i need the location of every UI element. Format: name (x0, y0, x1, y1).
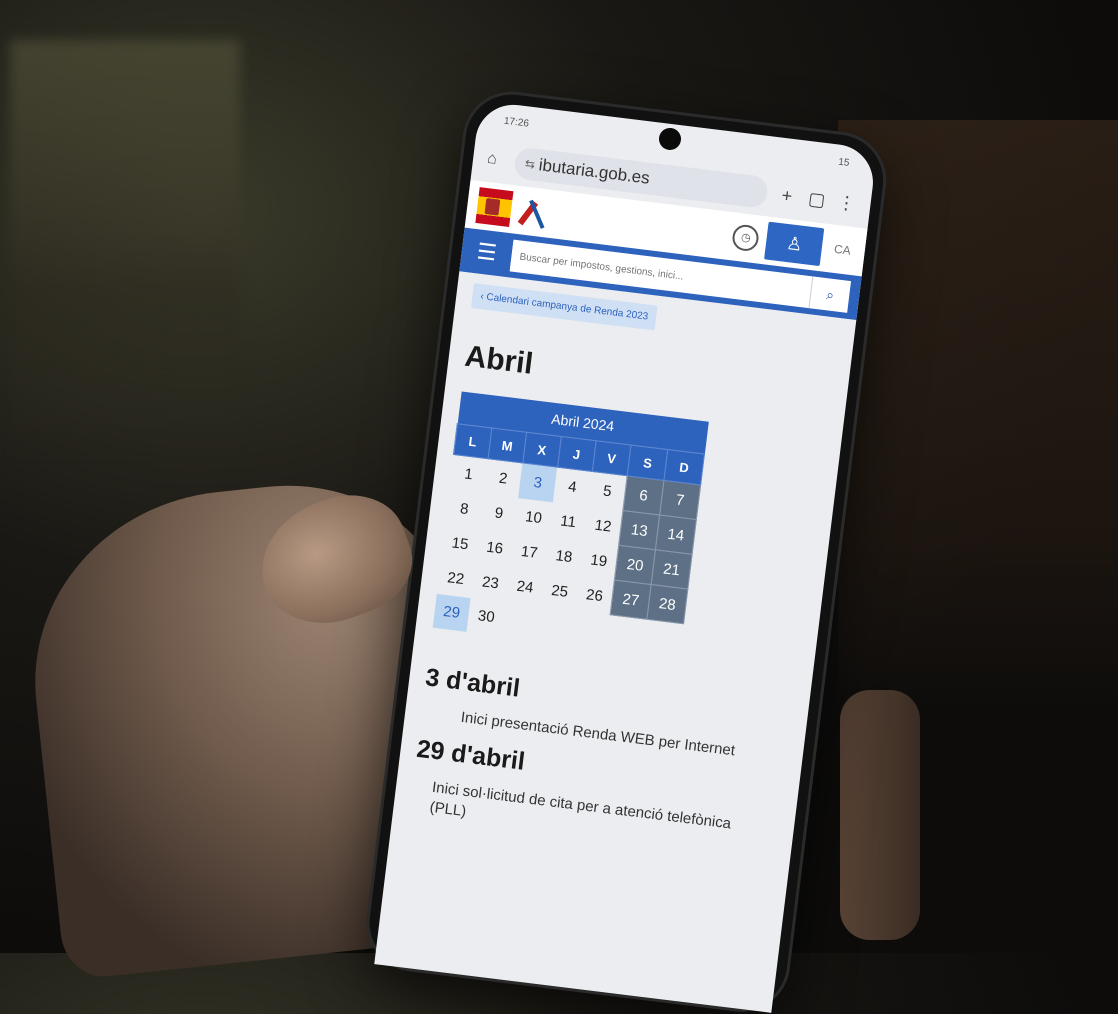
battery-level: 15 (837, 156, 851, 169)
calendar-day: 26 (585, 585, 604, 605)
calendar-day: 13 (618, 510, 660, 550)
calendar-day: 6 (623, 475, 665, 516)
calendar-day: 5 (602, 482, 613, 501)
calendar-day: 17 (520, 542, 539, 562)
status-time: 17:26 (503, 115, 530, 130)
user-icon: ♙ (785, 233, 804, 255)
background-blur-left (10, 40, 240, 460)
calendar-day (643, 619, 684, 658)
new-tab-icon[interactable]: + (776, 184, 798, 207)
user-login-button[interactable]: ♙ (764, 221, 825, 267)
calendar-day: 15 (450, 533, 470, 553)
site-settings-icon[interactable]: ⇆ (524, 157, 536, 172)
language-selector[interactable]: CA (829, 241, 855, 258)
calendar-weekday: D (664, 449, 705, 485)
calendar-day: 1 (463, 465, 474, 484)
calendar-day: 20 (614, 545, 656, 585)
main-content: ‹ Calendari campanya de Renda 2023 Abril… (392, 271, 857, 872)
calendar-day: 7 (659, 480, 701, 520)
spain-coat-of-arms-logo[interactable] (475, 187, 514, 228)
calendar-day: 19 (589, 550, 609, 570)
calendar-day[interactable]: 29 (432, 593, 472, 632)
calendar-day: 30 (476, 607, 496, 627)
calendar-weekday: J (557, 436, 596, 472)
calendar: Abril 2024 LMXJVSD 1 2 3 4 5 6 7 8 9 10 11 12 13 14 15… (432, 391, 709, 658)
clock-icon[interactable]: ◷ (731, 223, 761, 253)
calendar-day (501, 602, 540, 640)
background-blur-right (838, 120, 1118, 720)
calendar-weekday: M (488, 427, 527, 463)
calendar-day: 16 (485, 538, 505, 558)
calendar-day: 14 (655, 515, 697, 555)
calendar-weekday: L (453, 423, 492, 459)
calendar-day[interactable]: 3 (518, 462, 558, 502)
calendar-day (536, 606, 575, 644)
home-icon[interactable]: ⌂ (486, 150, 506, 170)
calendar-day: 9 (493, 503, 505, 522)
phone: 17:26 15 ⌂ ⇆ ibutaria.gob.es + ▢ ⋮ ◷ ♙ C… (364, 89, 889, 1014)
calendar-weekday: X (522, 432, 562, 468)
calendar-day: 8 (459, 499, 470, 518)
calendar-day: 25 (550, 581, 570, 601)
calendar-day: 11 (559, 512, 578, 531)
calendar-day: 27 (610, 580, 652, 620)
calendar-day: 18 (554, 546, 574, 566)
calendar-day: 28 (646, 584, 688, 624)
hamburger-menu-icon[interactable]: ☰ (470, 238, 503, 267)
calendar-day: 2 (498, 469, 509, 488)
phone-screen: 17:26 15 ⌂ ⇆ ibutaria.gob.es + ▢ ⋮ ◷ ♙ C… (374, 100, 878, 1013)
calendar-day: 24 (515, 577, 535, 597)
calendar-day: 10 (524, 507, 543, 527)
calendar-weekday: V (591, 440, 632, 476)
calendar-day: 12 (593, 516, 613, 536)
calendar-day (571, 610, 611, 649)
agencia-tributaria-logo[interactable] (517, 195, 558, 229)
more-options-icon[interactable]: ⋮ (835, 191, 857, 214)
url-text: ibutaria.gob.es (537, 155, 651, 188)
tabs-icon[interactable]: ▢ (806, 188, 828, 211)
calendar-weekday: S (627, 445, 668, 481)
calendar-day: 23 (481, 572, 500, 592)
calendar-day: 21 (651, 549, 693, 589)
search-icon[interactable]: ⌕ (808, 276, 852, 313)
fingers-right (840, 690, 920, 940)
calendar-day: 22 (446, 568, 466, 588)
calendar-day (606, 615, 647, 654)
calendar-day: 4 (567, 477, 578, 496)
